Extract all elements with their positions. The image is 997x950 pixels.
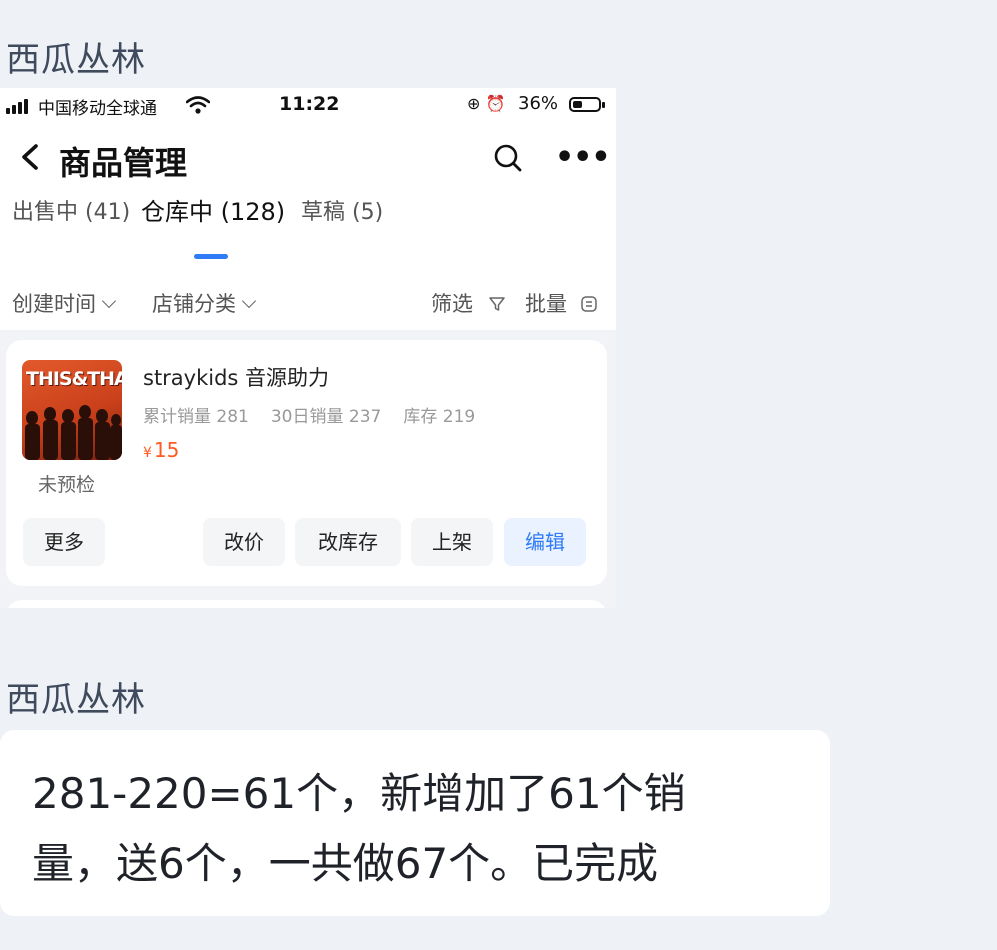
alarm-icon: ⊕ ⏰ [467,94,506,113]
sales-30-days: 30日销量 237 [270,407,382,427]
carrier-name: 中国移动全球通 [38,99,157,119]
filter-button[interactable]: 筛选 [431,288,506,318]
created-time-label: 创建时间 [12,292,96,316]
shop-category-dropdown[interactable]: 店铺分类 [152,288,257,318]
batch-button[interactable]: 批量 [525,288,598,318]
message-text-line: 281-220=61个，新增加了61个销 [32,769,686,818]
product-stats: 累计销量 281 30日销量 237 库存 219 [143,402,497,427]
band-photo-silhouette [25,405,122,460]
message-text-line: 量，送6个，一共做67个。已完成 [32,839,659,888]
active-tab-indicator [194,254,228,259]
product-price: ¥15 [143,438,179,462]
app-header-area: 中国移动全球通 11:22 ⊕ ⏰ 36% 商品管理 ••• 出售中 (41) [0,88,616,330]
shop-category-label: 店铺分类 [152,292,236,316]
tab-on-sale[interactable]: 出售中 (41) [12,194,130,226]
chevron-down-icon [101,293,117,309]
more-options-icon[interactable]: ••• [555,143,611,173]
battery-percent: 36% [518,93,559,114]
message-sender-name: 西瓜丛林 [6,40,146,80]
back-arrow-icon[interactable] [18,140,42,174]
message-sender-name: 西瓜丛林 [6,680,146,720]
tab-drafts[interactable]: 草稿 (5) [301,194,383,226]
cumulative-sales: 累计销量 281 [143,407,249,427]
status-time: 11:22 [279,93,340,115]
signal-icon [6,98,32,114]
search-icon[interactable] [492,142,524,174]
next-product-card-edge [6,600,607,608]
wifi-icon [186,96,210,114]
battery-icon [569,97,605,112]
cover-text: THIS&THAT [26,368,122,390]
change-stock-button[interactable]: 改库存 [295,518,401,566]
chat-message-bubble[interactable]: 281-220=61个，新增加了61个销 量，送6个，一共做67个。已完成 [0,730,830,916]
tab-bar: 出售中 (41) 仓库中 (128) 草稿 (5) [0,198,616,252]
batch-label: 批量 [525,292,567,316]
chevron-down-icon [241,293,257,309]
batch-icon [580,296,597,312]
more-button[interactable]: 更多 [23,518,105,566]
currency-symbol: ¥ [143,445,152,461]
filter-bar: 创建时间 店铺分类 筛选 批量 [0,288,616,318]
page-title: 商品管理 [59,144,188,182]
filter-icon [488,297,505,311]
list-product-button[interactable]: 上架 [411,518,493,566]
shared-screenshot-image[interactable]: 中国移动全球通 11:22 ⊕ ⏰ 36% 商品管理 ••• 出售中 (41) [0,88,616,608]
inspection-status-tag: 未预检 [38,474,96,496]
status-bar: 中国移动全球通 11:22 ⊕ ⏰ 36% [0,88,616,122]
nav-bar: 商品管理 ••• [0,128,616,188]
tab-in-warehouse[interactable]: 仓库中 (128) [141,192,285,227]
created-time-dropdown[interactable]: 创建时间 [12,288,117,318]
stock-count: 库存 219 [403,407,476,427]
product-cover-image: THIS&THAT [22,360,122,460]
product-card[interactable]: THIS&THAT 未预检 straykids 音源助力 累计销量 281 30日… [6,340,607,586]
price-value: 15 [153,438,180,462]
product-name[interactable]: straykids 音源助力 [143,362,329,392]
change-price-button[interactable]: 改价 [203,518,285,566]
edit-button[interactable]: 编辑 [504,518,586,566]
filter-label: 筛选 [431,292,473,316]
